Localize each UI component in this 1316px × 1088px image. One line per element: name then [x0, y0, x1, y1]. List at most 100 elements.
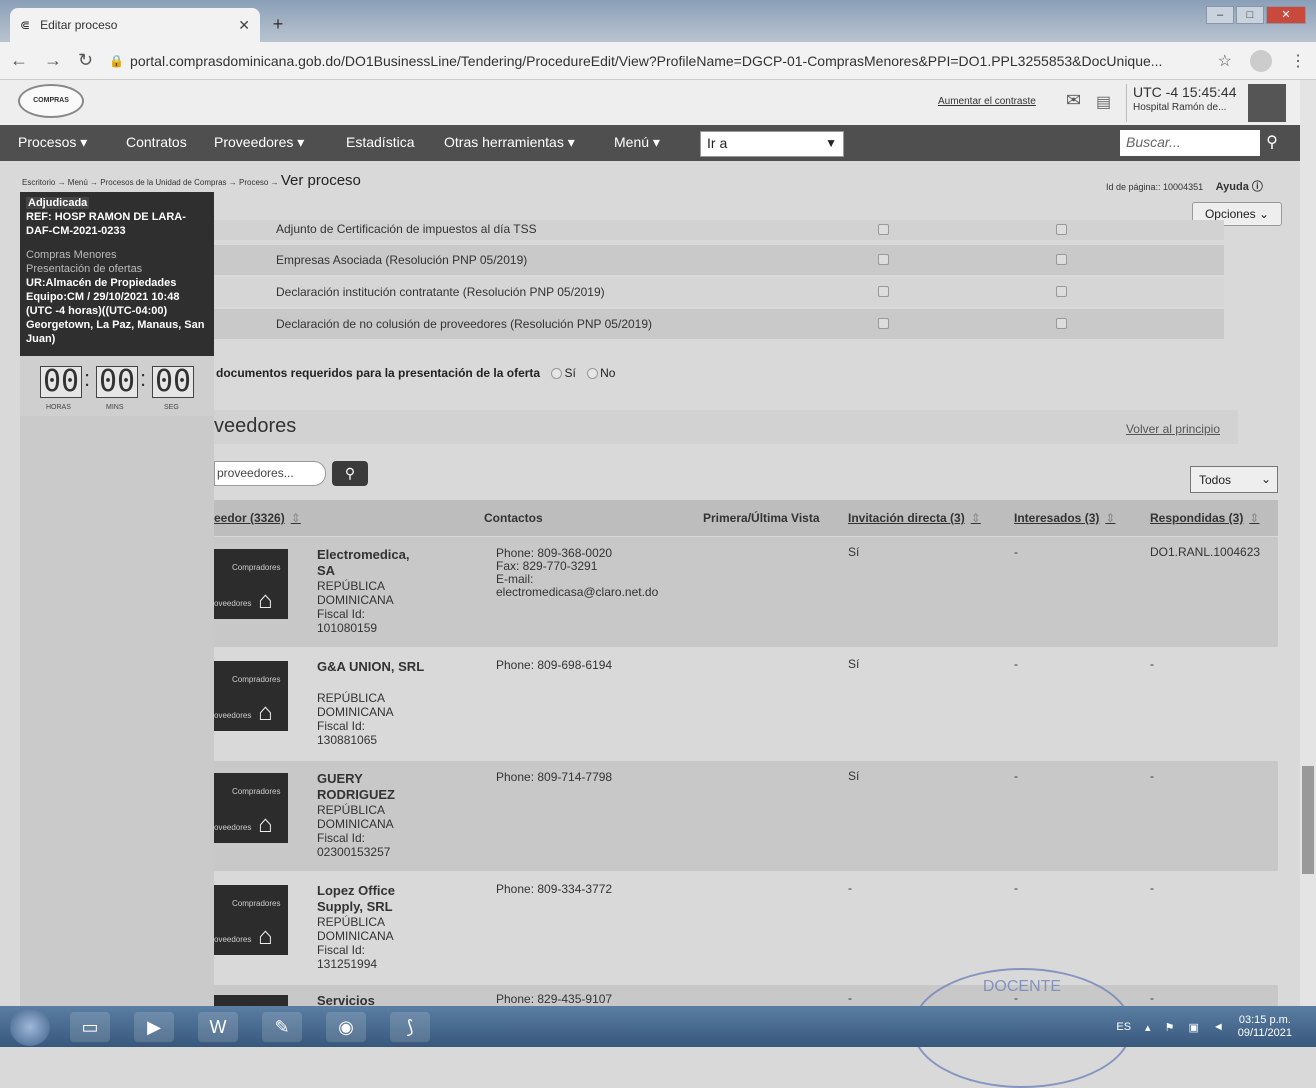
back-to-top-link[interactable]: Volver al principio: [1126, 422, 1220, 436]
language-indicator[interactable]: ES: [1116, 1021, 1131, 1033]
process-info-panel: Adjudicada REF: HOSP RAMON DE LARA-DAF-C…: [20, 192, 214, 356]
checkbox[interactable]: [878, 254, 889, 265]
network-icon[interactable]: ▣: [1188, 1021, 1198, 1034]
minimize-icon[interactable]: –: [1206, 6, 1234, 24]
menu-proveedores[interactable]: Proveedores ▾: [214, 134, 304, 151]
help-link[interactable]: Ayuda ⓘ: [1216, 181, 1263, 193]
col-first-last-view: Primera/Última Vista: [703, 511, 820, 525]
menu-procesos[interactable]: Procesos ▾: [18, 134, 87, 151]
invited-cell: Sí: [848, 769, 860, 783]
back-arrow-icon[interactable]: ←: [10, 50, 28, 71]
volume-icon[interactable]: ◄: [1213, 1021, 1224, 1033]
col-contacts: Contactos: [484, 511, 543, 525]
system-tray: ES ▴ ⚑ ▣ ◄ 03:15 p.m. 09/11/2021: [1116, 1014, 1292, 1040]
provider-contacts: Phone: 809-368-0020 Fax: 829-770-3291 E-…: [496, 546, 659, 599]
checkbox[interactable]: [878, 224, 889, 235]
start-button[interactable]: [10, 1008, 50, 1046]
pdf-reader-icon[interactable]: ⟆: [390, 1012, 430, 1042]
more-vert-icon[interactable]: ⋮: [1290, 51, 1306, 71]
main-menu: Procesos ▾ Contratos Proveedores ▾ Estad…: [0, 125, 1316, 161]
table-row: Compradores oveedores ⌂ GUERY RODRIGUEZ RE…: [214, 761, 1278, 871]
app-icon[interactable]: ✎: [262, 1012, 302, 1042]
document-row: Declaración institución contratante (Res…: [214, 277, 1224, 307]
col-interested[interactable]: Interesados (3) ⇕: [1014, 511, 1115, 525]
provider-logo: [214, 995, 288, 1006]
maximize-icon[interactable]: □: [1236, 6, 1264, 24]
tab-close-icon[interactable]: ✕: [238, 17, 250, 34]
filter-select[interactable]: Todos ⌄: [1190, 466, 1278, 493]
checkbox[interactable]: [1056, 318, 1067, 329]
radio-yes[interactable]: [551, 368, 563, 380]
checkbox[interactable]: [1056, 286, 1067, 297]
document-row: Empresas Asociada (Resolución PNP 05/201…: [214, 245, 1224, 275]
mail-icon[interactable]: ✉: [1066, 90, 1081, 111]
search-input[interactable]: Buscar...: [1120, 130, 1260, 156]
checkbox[interactable]: [1056, 224, 1067, 235]
chevron-down-icon: ▼: [825, 136, 837, 150]
required-docs-question: documentos requeridos para la presentaci…: [216, 366, 616, 380]
contrast-link[interactable]: Aumentar el contraste: [938, 96, 1036, 107]
goto-select[interactable]: Ir a ▼: [700, 131, 844, 157]
bookmark-star-icon[interactable]: ☆: [1218, 51, 1232, 71]
file-explorer-icon[interactable]: ▭: [70, 1012, 110, 1042]
print-icon[interactable]: ▤: [1096, 92, 1111, 112]
menu-menu[interactable]: Menú ▾: [614, 134, 660, 151]
provider-contacts: Phone: 809-698-6194: [496, 658, 613, 672]
provider-name[interactable]: Lopez Office Supply, SRL: [317, 883, 427, 915]
providers-search-input[interactable]: proveedores...: [214, 461, 326, 486]
browser-tab[interactable]: ⋐ Editar proceso ✕: [10, 8, 260, 42]
provider-name[interactable]: GUERY RODRIGUEZ: [317, 771, 427, 803]
timer-secs: 00: [152, 366, 194, 398]
scrollbar-thumb[interactable]: [1302, 766, 1314, 874]
col-responded[interactable]: Respondidas (3) ⇕: [1150, 511, 1259, 525]
profile-avatar-icon[interactable]: [1250, 49, 1272, 72]
compras-logo[interactable]: COMPRAS DOMINICANA: [18, 84, 84, 134]
menu-contratos[interactable]: Contratos: [126, 134, 187, 150]
radio-no[interactable]: [587, 368, 599, 380]
timer-label-mins: MINS: [106, 404, 124, 411]
media-player-icon[interactable]: ▶: [134, 1012, 174, 1042]
breadcrumb-menu[interactable]: Menú: [68, 178, 88, 187]
chrome-icon[interactable]: ◉: [326, 1012, 366, 1042]
breadcrumb-proceso[interactable]: Proceso: [239, 178, 268, 187]
invited-cell: Sí: [848, 545, 860, 559]
provider-logo: Compradores oveedores ⌂: [214, 885, 288, 955]
reload-icon[interactable]: ↻: [78, 50, 93, 71]
clock[interactable]: 03:15 p.m. 09/11/2021: [1238, 1014, 1292, 1040]
flag-icon[interactable]: ⚑: [1165, 1021, 1175, 1034]
new-tab-button[interactable]: +: [264, 12, 292, 36]
breadcrumb-escritorio[interactable]: Escritorio: [22, 178, 55, 187]
menu-estadistica[interactable]: Estadística: [346, 134, 414, 150]
os-taskbar: ▭ ▶ W ✎ ◉ ⟆ ES ▴ ⚑ ▣ ◄ 03:15 p.m. 09/11/…: [0, 1006, 1316, 1047]
hospital-name: Hospital Ramón de...: [1133, 102, 1227, 113]
menu-otras-herramientas[interactable]: Otras herramientas ▾: [444, 134, 575, 151]
window-close-icon[interactable]: ✕: [1266, 6, 1306, 24]
sidebar-background: [20, 416, 214, 1006]
checkbox[interactable]: [878, 318, 889, 329]
tray-arrow-icon[interactable]: ▴: [1145, 1021, 1151, 1034]
user-info[interactable]: UTC -4 15:45:44 Hospital Ramón de...: [1126, 84, 1242, 122]
breadcrumb-current: Ver proceso: [280, 172, 361, 189]
url-field[interactable]: portal.comprasdominicana.gob.do/DO1Busin…: [130, 53, 1200, 69]
timer-label-secs: SEG: [164, 404, 179, 411]
checkbox[interactable]: [1056, 254, 1067, 265]
house-icon: ⌂: [258, 587, 273, 614]
responded-cell[interactable]: DO1.RANL.1004623: [1150, 545, 1260, 559]
checkbox[interactable]: [878, 286, 889, 297]
forward-arrow-icon[interactable]: →: [44, 50, 62, 71]
provider-name[interactable]: G&A UNION, SRL: [317, 659, 427, 675]
process-type: Compras Menores: [26, 249, 117, 261]
responded-cell: -: [1150, 769, 1154, 783]
providers-search-icon[interactable]: ⚲: [332, 461, 368, 486]
word-icon[interactable]: W: [198, 1012, 238, 1042]
app-header: COMPRAS DOMINICANA Aumentar el contraste…: [0, 80, 1316, 134]
breadcrumb-procesos[interactable]: Procesos de la Unidad de Compras: [100, 178, 226, 187]
timer-mins: 00: [96, 366, 138, 398]
provider-name[interactable]: Servicios: [317, 993, 427, 1006]
user-avatar[interactable]: [1248, 84, 1286, 122]
search-icon[interactable]: ⚲: [1260, 130, 1284, 156]
col-direct-invitation[interactable]: Invitación directa (3) ⇕: [848, 511, 981, 525]
provider-name[interactable]: Electromedica, SA: [317, 547, 427, 579]
col-provider[interactable]: eedor (3326) ⇕: [214, 511, 301, 525]
table-row: Compradores oveedores ⌂ G&A UNION, SRL REP…: [214, 649, 1278, 759]
